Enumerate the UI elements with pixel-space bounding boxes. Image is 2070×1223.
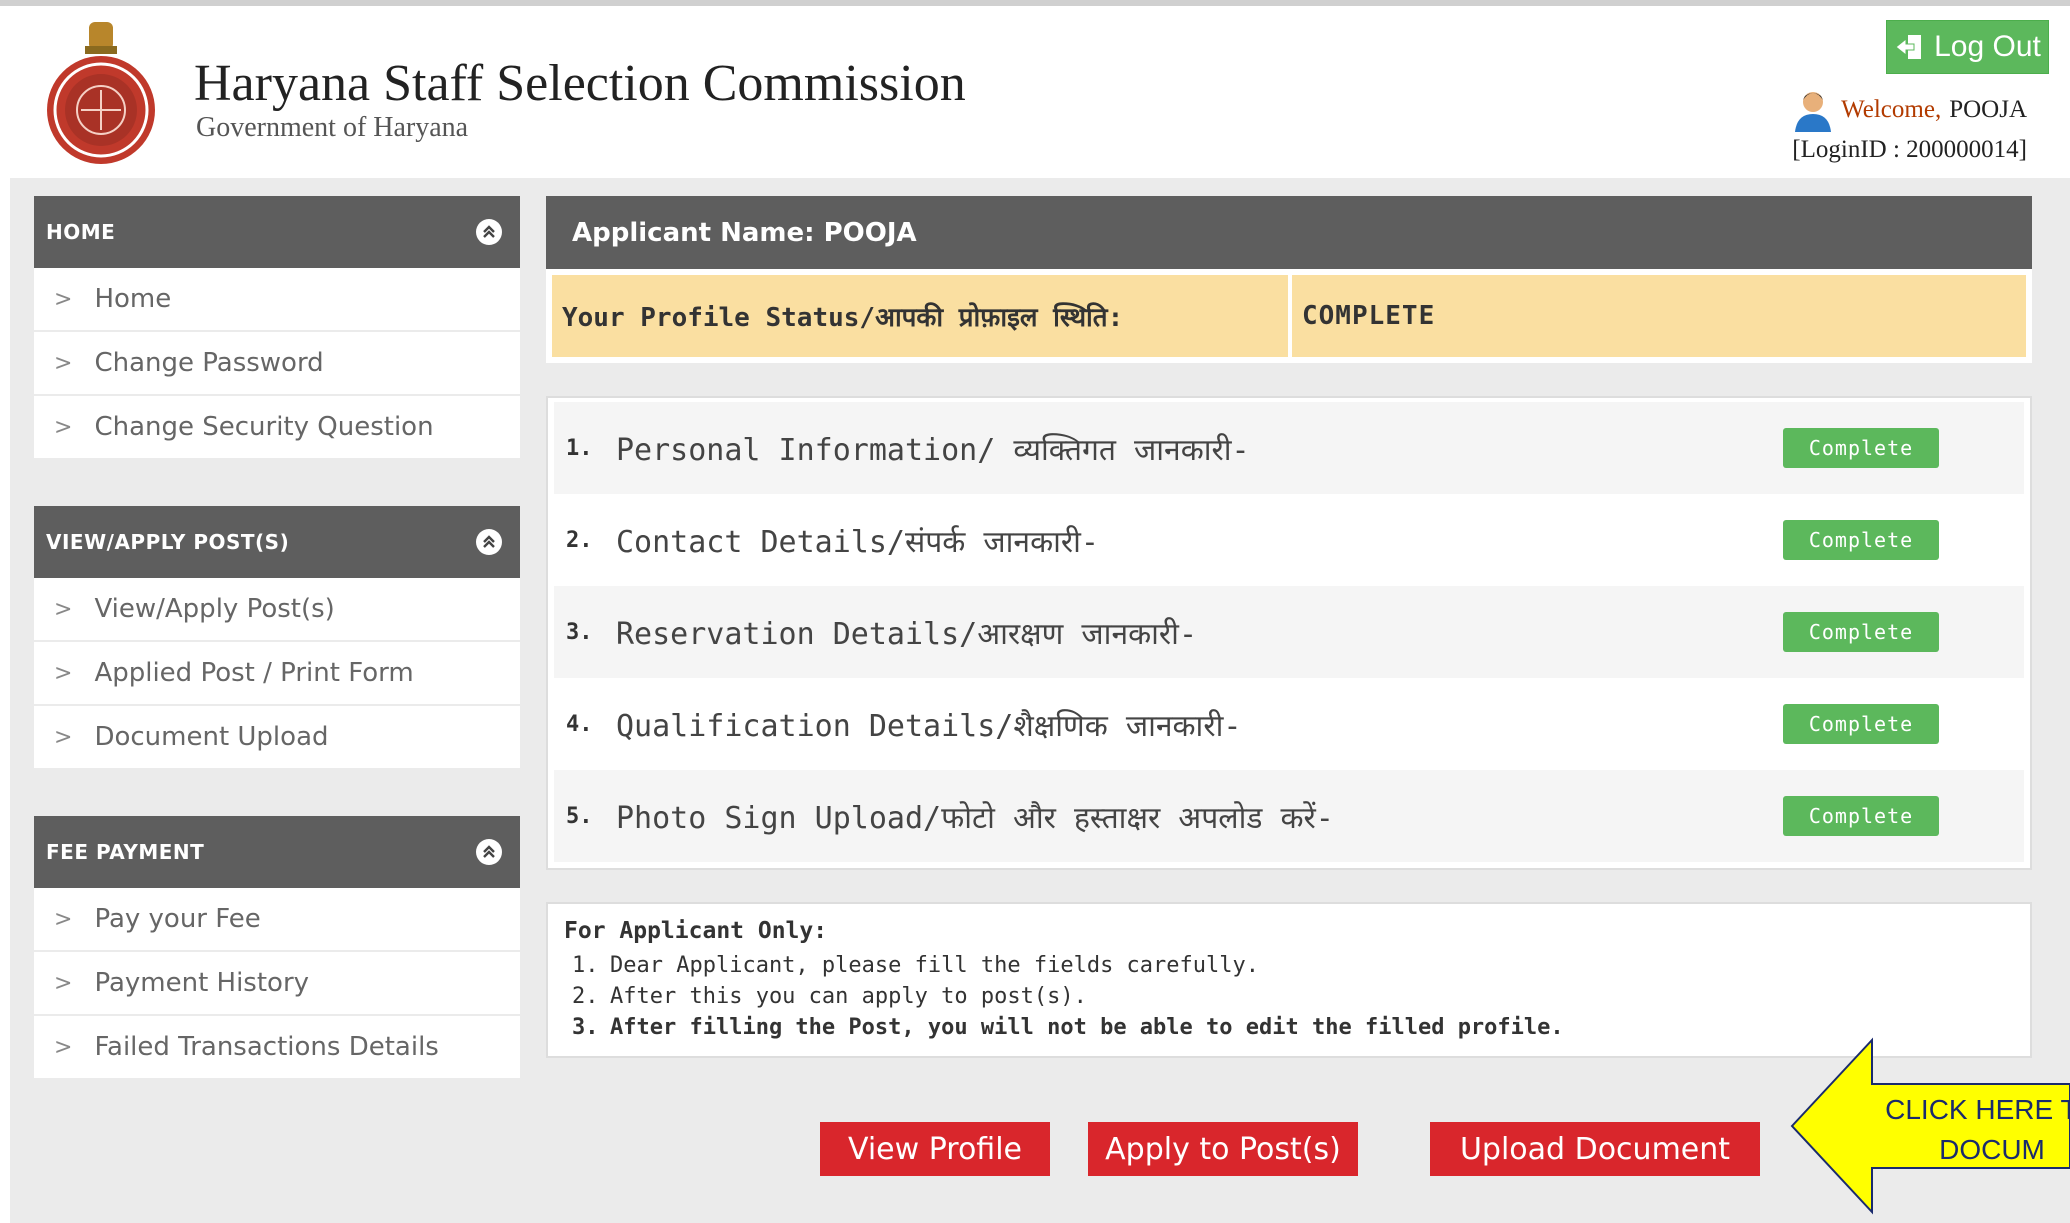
section-row-contact-details[interactable]: 2. Contact Details/संपर्क जानकारी- Compl… — [554, 494, 2024, 586]
chevron-right-icon: > — [54, 350, 73, 376]
sidebar-item-payment-history[interactable]: > Payment History — [34, 952, 520, 1016]
section-row-personal-information[interactable]: 1. Personal Information/ व्यक्तिगत जानका… — [554, 402, 2024, 494]
chevron-right-icon: > — [54, 660, 73, 686]
section-label[interactable]: Contact Details/संपर्क जानकारी- — [616, 520, 1099, 561]
sidebar-item-label: Payment History — [94, 968, 310, 998]
welcome-name: POOJA — [1949, 96, 2027, 123]
login-id: [LoginID : 200000014] — [1792, 136, 2027, 163]
welcome-line: Welcome, POOJA — [1793, 88, 2027, 132]
chevron-right-icon: > — [54, 414, 73, 440]
sidebar-item-label: Change Password — [94, 348, 324, 378]
section-row-reservation-details[interactable]: 3. Reservation Details/आरक्षण जानकारी- C… — [554, 586, 2024, 678]
view-profile-button[interactable]: View Profile — [820, 1122, 1050, 1176]
chevron-right-icon: > — [54, 970, 73, 996]
profile-status-row: Your Profile Status/आपकी प्रोफ़ाइल स्थित… — [546, 269, 2032, 363]
section-label[interactable]: Photo Sign Upload/फोटो और हस्ताक्षर अपलो… — [616, 796, 1334, 837]
chevron-right-icon: > — [54, 1034, 73, 1060]
profile-status-label: Your Profile Status/आपकी प्रोफ़ाइल स्थित… — [552, 275, 1288, 357]
sidebar-item-label: Document Upload — [94, 722, 329, 752]
section-label[interactable]: Reservation Details/आरक्षण जानकारी- — [616, 612, 1197, 653]
chevron-right-icon: > — [54, 286, 73, 312]
collapse-up-icon[interactable] — [476, 839, 502, 865]
applicant-name-header: Applicant Name: POOJA — [546, 196, 2032, 269]
sidebar-item-change-password[interactable]: > Change Password — [34, 332, 520, 396]
welcome-prefix: Welcome, — [1841, 96, 1942, 123]
note-text: After this you can apply to post(s). — [610, 984, 1087, 1009]
status-badge: Complete — [1783, 704, 1939, 744]
sidebar-header-home[interactable]: HOME — [34, 196, 520, 268]
sidebar-item-home[interactable]: > Home — [34, 268, 520, 332]
sidebar-section-fee-payment: FEE PAYMENT > Pay your Fee > Payment Histo… — [34, 816, 520, 1080]
org-subtitle: Government of Haryana — [196, 112, 469, 143]
org-title: Haryana Staff Selection Commission — [194, 55, 966, 112]
sidebar-item-label: Failed Transactions Details — [94, 1032, 439, 1062]
sidebar-header-label: FEE PAYMENT — [46, 840, 205, 864]
section-number: 5. — [566, 803, 593, 829]
user-icon — [1795, 92, 1832, 132]
chevron-right-icon: > — [54, 724, 73, 750]
note-item: 2. After this you can apply to post(s). — [564, 981, 2014, 1012]
note-text: After filling the Post, you will not be … — [610, 1015, 1564, 1040]
logout-label: Log Out — [1934, 30, 2041, 63]
haryana-emblem-logo — [47, 22, 155, 164]
logout-button[interactable]: Log Out — [1886, 20, 2049, 74]
section-number: 3. — [566, 619, 593, 645]
sidebar-item-label: Pay your Fee — [94, 904, 261, 934]
section-label[interactable]: Personal Information/ व्यक्तिगत जानकारी- — [616, 428, 1250, 469]
sidebar-header-fee-payment[interactable]: FEE PAYMENT — [34, 816, 520, 888]
note-number: 2. — [572, 984, 599, 1009]
sidebar-header-label: HOME — [46, 220, 116, 244]
sidebar-item-pay-your-fee[interactable]: > Pay your Fee — [34, 888, 520, 952]
status-badge: Complete — [1783, 520, 1939, 560]
profile-status-value: COMPLETE — [1292, 275, 2026, 357]
sidebar-header-label: VIEW/APPLY POST(S) — [46, 530, 290, 554]
section-number: 1. — [566, 435, 593, 461]
section-number: 4. — [566, 711, 593, 737]
sidebar-section-home: HOME > Home > Change Password > Change Secu… — [34, 196, 520, 460]
sidebar-item-applied-post-print-form[interactable]: > Applied Post / Print Form — [34, 642, 520, 706]
sidebar-header-view-apply[interactable]: VIEW/APPLY POST(S) — [34, 506, 520, 578]
notes-title: For Applicant Only: — [564, 918, 828, 944]
sidebar-section-view-apply: VIEW/APPLY POST(S) > View/Apply Post(s) >… — [34, 506, 520, 770]
chevron-right-icon: > — [54, 906, 73, 932]
sidebar-item-label: Home — [94, 284, 172, 314]
status-badge: Complete — [1783, 428, 1939, 468]
section-number: 2. — [566, 527, 593, 553]
sidebar-item-label: View/Apply Post(s) — [94, 594, 335, 624]
callout-line-2: DOCUM — [1939, 1134, 2045, 1165]
section-row-qualification-details[interactable]: 4. Qualification Details/शैक्षणिक जानकार… — [554, 678, 2024, 770]
applicant-notes: For Applicant Only: 1. Dear Applicant, p… — [546, 902, 2032, 1058]
sidebar-item-view-apply-posts[interactable]: > View/Apply Post(s) — [34, 578, 520, 642]
section-label[interactable]: Qualification Details/शैक्षणिक जानकारी- — [616, 704, 1241, 745]
site-header: Haryana Staff Selection Commission Gover… — [13, 6, 2051, 178]
upload-document-button[interactable]: Upload Document — [1430, 1122, 1760, 1176]
callout-line-1: CLICK HERE TO — [1885, 1094, 2070, 1125]
sidebar-item-label: Change Security Question — [94, 412, 434, 442]
note-number: 1. — [572, 953, 599, 978]
note-number: 3. — [572, 1015, 599, 1040]
status-badge: Complete — [1783, 796, 1939, 836]
apply-to-posts-button[interactable]: Apply to Post(s) — [1088, 1122, 1358, 1176]
sidebar-item-label: Applied Post / Print Form — [94, 658, 414, 688]
note-text: Dear Applicant, please fill the fields c… — [610, 953, 1260, 978]
chevron-right-icon: > — [54, 596, 73, 622]
logout-icon — [1895, 35, 1922, 59]
status-badge: Complete — [1783, 612, 1939, 652]
note-item: 1. Dear Applicant, please fill the field… — [564, 950, 2014, 981]
profile-sections-list: 1. Personal Information/ व्यक्तिगत जानका… — [546, 396, 2032, 870]
sidebar-item-change-security-question[interactable]: > Change Security Question — [34, 396, 520, 460]
collapse-up-icon[interactable] — [476, 219, 502, 245]
collapse-up-icon[interactable] — [476, 529, 502, 555]
sidebar-item-document-upload[interactable]: > Document Upload — [34, 706, 520, 770]
section-row-photo-sign-upload[interactable]: 5. Photo Sign Upload/फोटो और हस्ताक्षर अ… — [554, 770, 2024, 862]
sidebar-item-failed-transactions[interactable]: > Failed Transactions Details — [34, 1016, 520, 1080]
callout-text: CLICK HERE TO DOCUM — [1862, 1090, 2070, 1170]
